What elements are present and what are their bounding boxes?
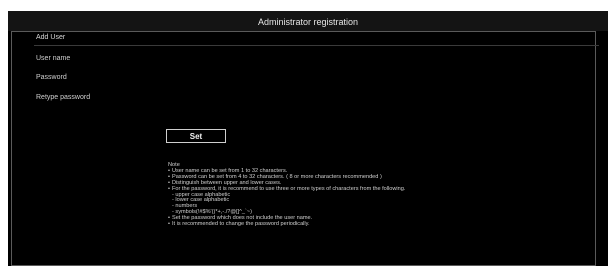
note-lines: User name can be set from 1 to 32 charac…: [168, 168, 608, 228]
user-name-label: User name: [36, 55, 71, 62]
retype-password-label: Retype password: [36, 94, 91, 101]
admin-registration-window: Administrator registration Add User User…: [8, 11, 608, 266]
note-line: It is recommended to change the password…: [168, 221, 608, 228]
note-block: Note User name can be set from 1 to 32 c…: [168, 162, 608, 228]
section-title-add-user: Add User: [34, 31, 599, 46]
window-title: Administrator registration: [8, 11, 608, 31]
registration-panel: [11, 31, 596, 266]
set-button[interactable]: Set: [166, 129, 226, 143]
password-label: Password: [36, 74, 67, 81]
